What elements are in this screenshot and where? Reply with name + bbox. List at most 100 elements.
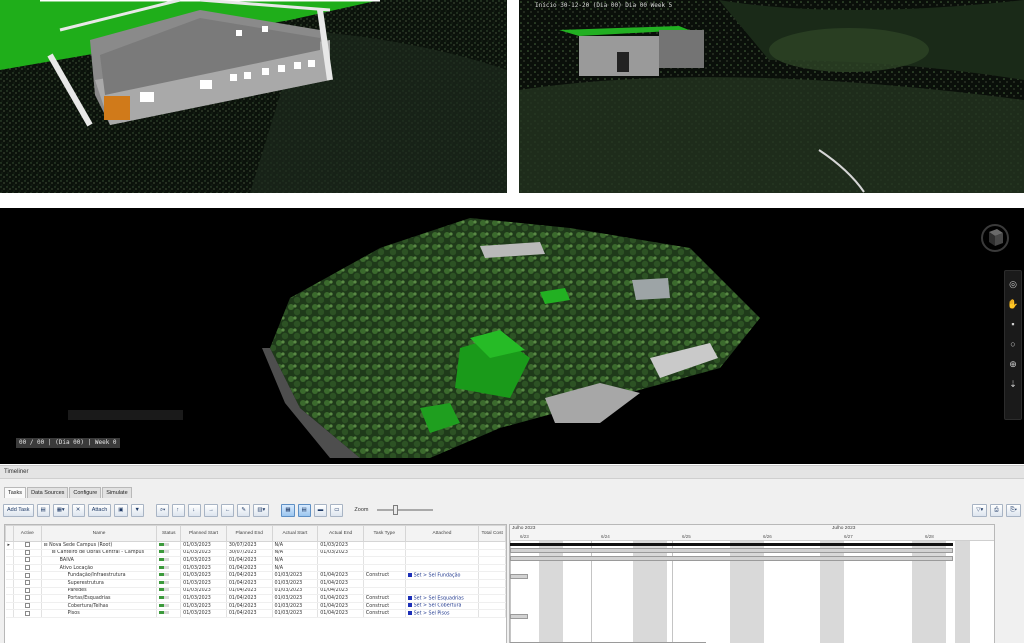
add-comment-icon[interactable]: ✎ — [237, 503, 251, 517]
task-row[interactable]: Fundação/Infraestrutura 01/03/2023 01/04/2… — [5, 571, 506, 580]
task-name[interactable]: Cobertura/Telhas — [41, 602, 158, 611]
outdent-icon[interactable]: ← — [220, 503, 235, 517]
task-name[interactable]: ⊟ Nova Sede Campus (Root) — [41, 541, 158, 550]
zoom-slider[interactable] — [377, 505, 434, 515]
active-checkbox[interactable] — [13, 609, 42, 618]
gantt-task-bar[interactable] — [510, 574, 528, 579]
task-row[interactable]: ▸ ⊟ Nova Sede Campus (Root) 01/03/2023 30/0… — [5, 541, 506, 550]
viewport-status-bar: 00 / 00 | (Dia 00) | Week 0 — [16, 438, 120, 448]
col-actual-start[interactable]: Actual Start — [271, 525, 319, 542]
gantt-task-bar[interactable] — [510, 556, 953, 561]
checkbox[interactable] — [24, 557, 30, 563]
checkbox[interactable] — [24, 610, 30, 616]
task-row[interactable]: Cobertura/Telhas 01/03/2023 01/04/2023 01/0… — [5, 602, 506, 611]
checkbox[interactable] — [24, 595, 30, 601]
insert-task-icon[interactable]: ▤ — [36, 503, 50, 517]
find-items-icon[interactable]: ⌕▾ — [155, 503, 170, 517]
col-name[interactable]: Name — [40, 525, 158, 542]
auto-add-icon[interactable]: ▦▾ — [52, 503, 69, 517]
move-up-icon[interactable]: ↑ — [172, 503, 186, 517]
col-status[interactable]: Status — [156, 525, 182, 542]
walk-icon[interactable]: ⇣ — [1006, 377, 1020, 391]
task-row[interactable]: Portas/Esquadrias 01/03/2023 01/04/2023 01/… — [5, 594, 506, 603]
col-actual-end[interactable]: Actual End — [317, 525, 364, 542]
task-name[interactable]: Pisos — [41, 609, 158, 618]
gantt-chart[interactable]: Julho 2023 Julho 2023 6/23 6/24 6/25 6/26 6/… — [509, 524, 995, 643]
filter-by-status-icon[interactable]: ▽▾ — [972, 503, 988, 517]
show-grid-icon[interactable]: ▦ — [281, 503, 295, 517]
active-checkbox[interactable] — [13, 549, 42, 558]
tab-simulate[interactable]: Simulate — [102, 487, 132, 498]
tab-data-sources[interactable]: Data Sources — [27, 487, 69, 498]
point-cloud-scene-right — [519, 0, 1024, 193]
active-checkbox[interactable] — [13, 556, 42, 565]
checkbox[interactable] — [24, 603, 30, 609]
task-name[interactable]: Ativo Locação — [41, 564, 158, 573]
tab-configure[interactable]: Configure — [69, 487, 102, 498]
task-name[interactable]: Paredes — [41, 587, 158, 596]
active-checkbox[interactable] — [13, 579, 42, 588]
show-actual-icon[interactable]: ▭ — [330, 503, 344, 517]
tab-tasks[interactable]: Tasks — [4, 487, 27, 498]
hand-pan-icon[interactable]: ✋ — [1006, 297, 1020, 311]
viewcube[interactable] — [980, 222, 1010, 252]
col-active[interactable]: Active — [12, 525, 42, 542]
col-attached[interactable]: Attached — [404, 525, 480, 542]
gantt-task-bar[interactable] — [510, 548, 953, 553]
viewport-model-overlay[interactable] — [0, 0, 507, 193]
task-row[interactable]: BAÍVA 01/03/2023 01/04/2023 N/A — [5, 556, 506, 565]
export-image-icon[interactable]: ⎘▾ — [1006, 503, 1021, 517]
row-marker — [5, 564, 14, 573]
task-row[interactable]: Paredes 01/03/2023 01/04/2023 01/03/2023 01/… — [5, 587, 506, 596]
add-task-button[interactable]: Add Task — [3, 503, 34, 517]
task-status — [156, 579, 182, 588]
attached — [405, 579, 480, 588]
indent-icon[interactable]: → — [204, 503, 218, 517]
checkbox[interactable] — [24, 587, 30, 593]
task-name[interactable]: Portas/Esquadrias — [41, 594, 158, 603]
active-checkbox[interactable] — [13, 602, 42, 611]
col-planned-end[interactable]: Planned End — [225, 525, 273, 542]
zoom-icon[interactable]: ⊕ — [1006, 357, 1020, 371]
columns-icon[interactable]: ▥▾ — [253, 503, 270, 517]
task-row[interactable]: ⊟ Canteiro de Obras Central - Campus 01/0… — [5, 549, 506, 558]
task-status — [156, 564, 182, 573]
active-checkbox[interactable] — [13, 587, 42, 596]
task-row[interactable]: Ativo Locação 01/03/2023 01/04/2023 N/A — [5, 564, 506, 573]
checkbox[interactable] — [24, 572, 30, 578]
delete-task-icon[interactable]: ✕ — [71, 503, 85, 517]
active-checkbox[interactable] — [13, 571, 42, 580]
viewport-site-perspective[interactable]: Início 30-12-20 (Dia 00) Dia 00 Week 5 — [519, 0, 1024, 193]
dot-icon[interactable]: ▪ — [1006, 317, 1020, 331]
filter-icon[interactable]: ▼ — [130, 503, 144, 517]
task-name[interactable]: Fundação/Infraestrutura — [41, 571, 158, 580]
orbit-icon[interactable]: ○ — [1006, 337, 1020, 351]
col-planned-start[interactable]: Planned Start — [180, 525, 227, 542]
task-row[interactable]: Pisos 01/03/2023 01/04/2023 01/03/2023 01/04… — [5, 609, 506, 618]
col-total-cost[interactable]: Total Cost — [478, 525, 506, 542]
timeliner-toolbar: Add Task ▤ ▦▾ ✕ Attach ▣ ▼ ⌕▾ ↑ ↓ → ← ✎ … — [3, 502, 1021, 518]
viewport-main-aerial[interactable]: ◎ ✋ ▪ ○ ⊕ ⇣ — [0, 208, 1024, 464]
task-name[interactable]: BAÍVA — [41, 556, 158, 565]
attach-button[interactable]: Attach — [87, 503, 112, 517]
gantt-task-bar[interactable] — [510, 614, 528, 619]
move-down-icon[interactable]: ↓ — [188, 503, 202, 517]
checkbox[interactable] — [24, 549, 30, 555]
task-name[interactable]: ⊟ Canteiro de Obras Central - Campus — [41, 549, 158, 558]
active-checkbox[interactable] — [13, 594, 42, 603]
task-name[interactable]: Superestrutura — [41, 579, 158, 588]
show-gantt-icon[interactable]: ▤ — [297, 503, 311, 517]
globe-icon[interactable]: ◎ — [1006, 277, 1020, 291]
task-row[interactable]: Superestrutura 01/03/2023 01/04/2023 01/03/… — [5, 579, 506, 588]
checkbox[interactable] — [24, 580, 30, 586]
rules-icon[interactable]: ▣ — [114, 503, 128, 517]
active-checkbox[interactable] — [13, 541, 42, 550]
active-checkbox[interactable] — [13, 564, 42, 573]
task-grid[interactable]: Active Name Status Planned Start Planned… — [4, 524, 507, 643]
checkbox[interactable] — [24, 565, 30, 571]
checkbox[interactable] — [24, 542, 30, 548]
zoom-slider-thumb[interactable] — [393, 505, 399, 515]
planned-vs-actual-icon[interactable]: ▬ — [313, 503, 328, 517]
col-task-type[interactable]: Task Type — [362, 525, 406, 542]
export-icon[interactable]: ⎙ — [990, 503, 1004, 517]
